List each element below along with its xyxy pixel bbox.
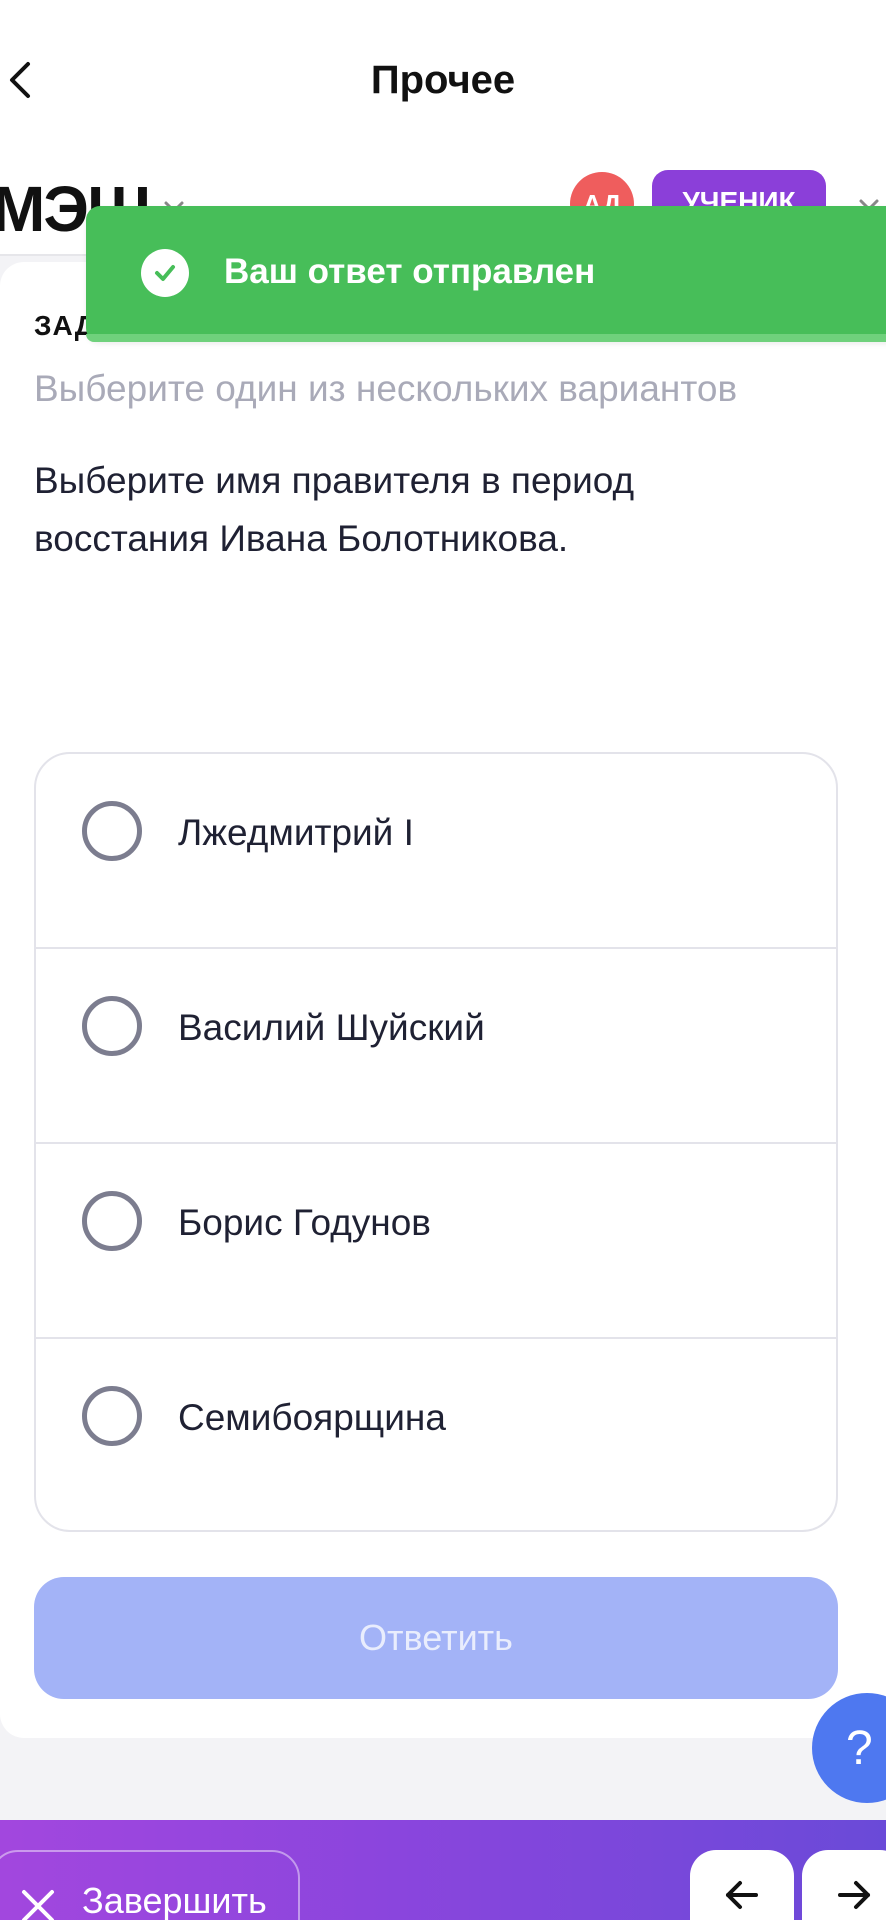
- arrow-left-icon: [726, 1881, 758, 1909]
- radio-button[interactable]: [82, 996, 142, 1056]
- answer-option-label: Василий Шуйский: [178, 1007, 485, 1048]
- finish-button-label: Завершить: [82, 1880, 267, 1920]
- answer-option[interactable]: Семибоярщина: [36, 1339, 836, 1530]
- toast-message: Ваш ответ отправлен: [224, 252, 596, 291]
- close-icon: [22, 1890, 54, 1920]
- finish-button[interactable]: Завершить: [0, 1850, 300, 1920]
- answer-options: Лжедмитрий I Василий Шуйский Борис Годун…: [34, 752, 838, 1532]
- previous-question-button[interactable]: [690, 1850, 794, 1920]
- toast-progress: [86, 334, 886, 342]
- answer-option-label: Семибоярщина: [178, 1397, 446, 1438]
- bottom-bar: Завершить: [0, 1820, 886, 1920]
- task-instruction: Выберите один из нескольких вариантов: [34, 368, 738, 409]
- answer-option-label: Борис Годунов: [178, 1202, 431, 1243]
- check-circle-icon: [141, 249, 189, 297]
- answer-option[interactable]: Лжедмитрий I: [36, 754, 836, 949]
- answer-option[interactable]: Василий Шуйский: [36, 949, 836, 1144]
- next-question-button[interactable]: [802, 1850, 886, 1920]
- page-title: Прочее: [370, 58, 516, 102]
- radio-button[interactable]: [82, 1386, 142, 1446]
- arrow-right-icon: [838, 1881, 870, 1909]
- radio-button[interactable]: [82, 1191, 142, 1251]
- task-question: Выберите имя правителя в период восстани…: [34, 460, 635, 559]
- success-toast[interactable]: Ваш ответ отправлен: [86, 206, 886, 342]
- task-card: ЗАДАНИЕ Выберите один из нескольких вари…: [0, 262, 886, 1738]
- question-mark-icon: ?: [846, 1721, 873, 1775]
- top-nav-bar: Прочее: [0, 0, 886, 160]
- answer-option[interactable]: Борис Годунов: [36, 1144, 836, 1339]
- radio-button[interactable]: [82, 801, 142, 861]
- answer-option-label: Лжедмитрий I: [178, 812, 414, 853]
- submit-answer-button[interactable]: Ответить: [34, 1577, 838, 1699]
